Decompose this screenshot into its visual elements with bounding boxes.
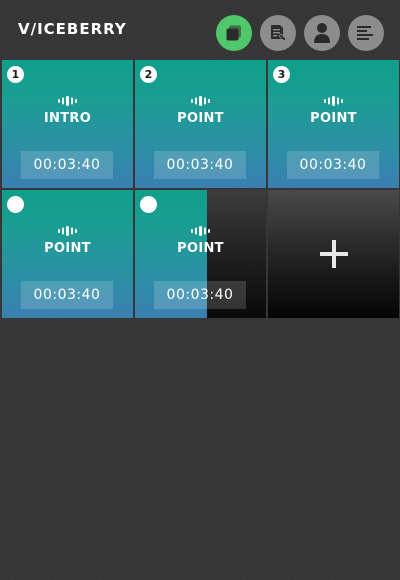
waveform-icon (2, 226, 133, 236)
document-edit-icon (271, 25, 287, 42)
waveform-icon (135, 226, 266, 236)
clip-duration: 00:03:40 (21, 281, 113, 309)
clip-tile[interactable]: POINT 00:03:40 (2, 190, 133, 318)
clip-number-badge: 3 (273, 66, 290, 83)
clip-label: POINT (177, 111, 224, 126)
user-icon (314, 23, 330, 43)
clip-label: POINT (310, 111, 357, 126)
waveform-icon (135, 96, 266, 106)
clip-tile[interactable]: 1 INTRO 00:03:40 (2, 60, 133, 188)
script-button[interactable] (260, 15, 296, 51)
waveform-icon (2, 96, 133, 106)
menu-button[interactable] (348, 15, 384, 51)
clip-number-badge: 2 (140, 66, 157, 83)
clip-duration: 00:03:40 (287, 151, 379, 179)
clip-tile[interactable]: 2 POINT 00:03:40 (135, 60, 266, 188)
app-root: V/ICEBERRY 1 INTRO 00:03:40 2 POINT 00:0… (0, 0, 400, 580)
add-clip-button[interactable] (268, 190, 399, 318)
clip-duration: 00:03:40 (154, 151, 246, 179)
clip-label: POINT (44, 241, 91, 256)
header-bar: V/ICEBERRY (0, 0, 400, 58)
clip-duration: 00:03:40 (154, 281, 246, 309)
waveform-icon (268, 96, 399, 106)
list-icon (357, 26, 373, 40)
logo-text: V/ICEBERRY (18, 20, 127, 38)
clip-number-badge (7, 196, 24, 213)
clip-number-badge: 1 (7, 66, 24, 83)
clip-label: POINT (177, 241, 224, 256)
clip-tile[interactable]: 3 POINT 00:03:40 (268, 60, 399, 188)
clips-button[interactable] (216, 15, 252, 51)
profile-button[interactable] (304, 15, 340, 51)
plus-icon (268, 190, 399, 318)
stack-icon (226, 25, 241, 41)
app-logo: V/ICEBERRY (18, 18, 127, 40)
clip-number-badge (140, 196, 157, 213)
clip-duration: 00:03:40 (21, 151, 113, 179)
clip-label: INTRO (43, 111, 92, 126)
clip-tile[interactable]: POINT 00:03:40 (135, 190, 266, 318)
